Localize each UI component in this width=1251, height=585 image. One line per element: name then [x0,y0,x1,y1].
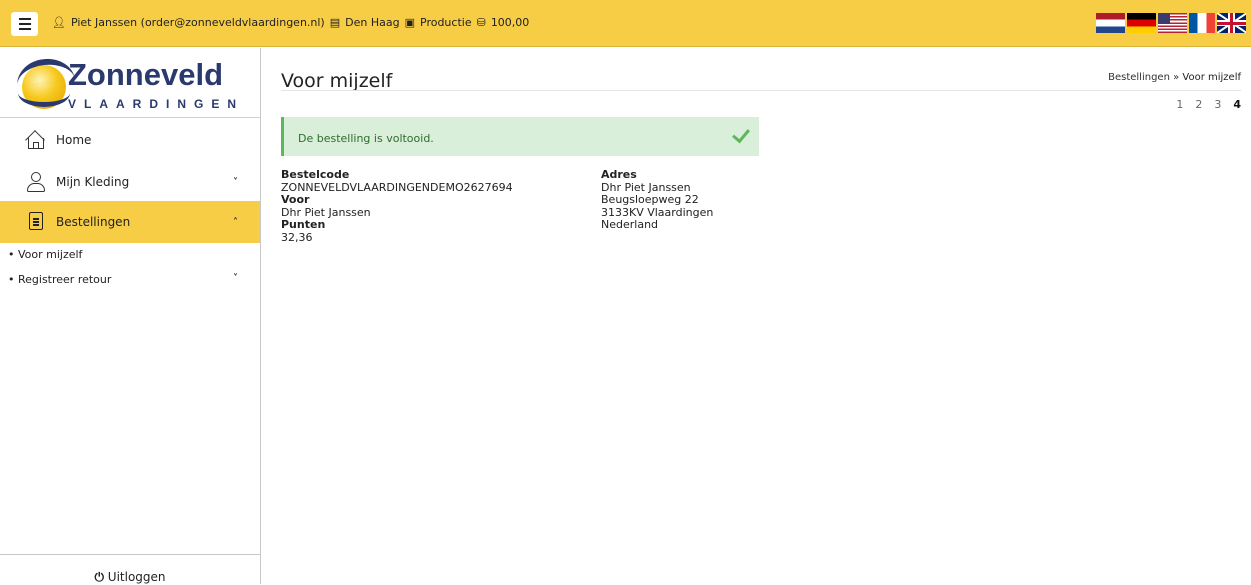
breadcrumb-link[interactable]: Bestellingen [1108,72,1170,83]
building-icon: ▤ [329,16,341,29]
check-icon [733,126,745,146]
flag-fr-icon[interactable] [1189,13,1215,33]
top-bar: 👤︎ Piet Janssen (order@zonneveldvlaardin… [0,0,1251,47]
chevron-down-icon: ˅ [233,273,238,284]
flag-nl-icon[interactable] [1096,13,1125,33]
step-indicator: 1 2 3 4 [1176,98,1241,111]
logout-label: Uitloggen [107,570,166,584]
logo-subtitle: VLAARDINGEN [68,97,245,111]
divider [0,117,260,118]
address-details: Adres Dhr Piet Janssen Beugsloepweg 22 3… [601,168,713,232]
user-icon: 👤︎ [52,16,66,29]
step-3: 3 [1214,98,1222,111]
order-code-label: Bestelcode [281,168,350,181]
language-selector [1096,13,1246,33]
order-points-label: Punten [281,218,326,231]
success-alert: De bestelling is voltooid. [281,117,759,156]
user-name: Piet Janssen (order@zonneveldvlaardingen… [70,16,325,29]
address-label: Adres [601,168,637,181]
user-info: 👤︎ Piet Janssen (order@zonneveldvlaardin… [52,16,529,29]
sidebar-item-label: Mijn Kleding [56,175,130,189]
points-text: 100,00 [490,16,530,29]
home-icon [26,130,46,150]
sidebar-item-bestellingen[interactable]: Bestellingen ˄ [0,201,260,243]
order-code-value: ZONNEVELDVLAARDINGENDEMO2627694 [281,180,513,194]
address-street: Beugsloepweg 22 [601,193,699,206]
step-1: 1 [1176,98,1184,111]
flag-us-icon[interactable] [1158,13,1187,33]
chevron-up-icon: ˄ [233,216,238,228]
sidebar-item-label: Home [56,133,92,147]
order-for-label: Voor [281,193,310,206]
step-2: 2 [1195,98,1203,111]
alert-message: De bestelling is voltooid. [298,132,434,145]
environment-text: Productie [420,16,472,29]
chevron-down-icon: ˅ [233,176,238,188]
divider [0,554,260,555]
sidebar-subitem-voor-mijzelf[interactable]: • Voor mijzelf [8,248,248,261]
logo[interactable]: Zonneveld VLAARDINGEN [14,53,256,113]
power-icon: ⏻ [94,570,104,584]
sidebar: Zonneveld VLAARDINGEN Home Mijn Kleding … [0,48,261,584]
id-card-icon: ▣ [404,16,415,29]
location-text: Den Haag [345,16,400,29]
breadcrumb: Bestellingen » Voor mijzelf [1108,72,1241,83]
logout-button[interactable]: ⏻ Uitloggen [0,570,260,585]
order-details: Bestelcode ZONNEVELDVLAARDINGENDEMO26276… [281,168,513,244]
hamburger-icon [18,18,31,20]
order-points-value: 32,36 [281,230,313,244]
breadcrumb-current: Voor mijzelf [1182,72,1241,83]
flag-uk-icon[interactable] [1217,13,1246,33]
address-country: Nederland [601,218,659,231]
logo-title: Zonneveld [68,57,224,92]
menu-toggle-button[interactable] [11,12,38,36]
sidebar-subitem-registreer-retour[interactable]: • Registreer retour ˅ [8,273,248,286]
document-icon [26,212,46,232]
sidebar-item-mijn-kleding[interactable]: Mijn Kleding ˅ [0,161,260,203]
coins-icon: ⛁ [476,16,486,29]
sidebar-item-home[interactable]: Home [0,119,260,161]
flag-de-icon[interactable] [1127,13,1156,33]
divider [281,90,1241,91]
step-4: 4 [1233,98,1241,111]
user-icon [26,172,46,192]
sidebar-item-label: Bestellingen [56,215,131,229]
page-title: Voor mijzelf [281,70,393,92]
